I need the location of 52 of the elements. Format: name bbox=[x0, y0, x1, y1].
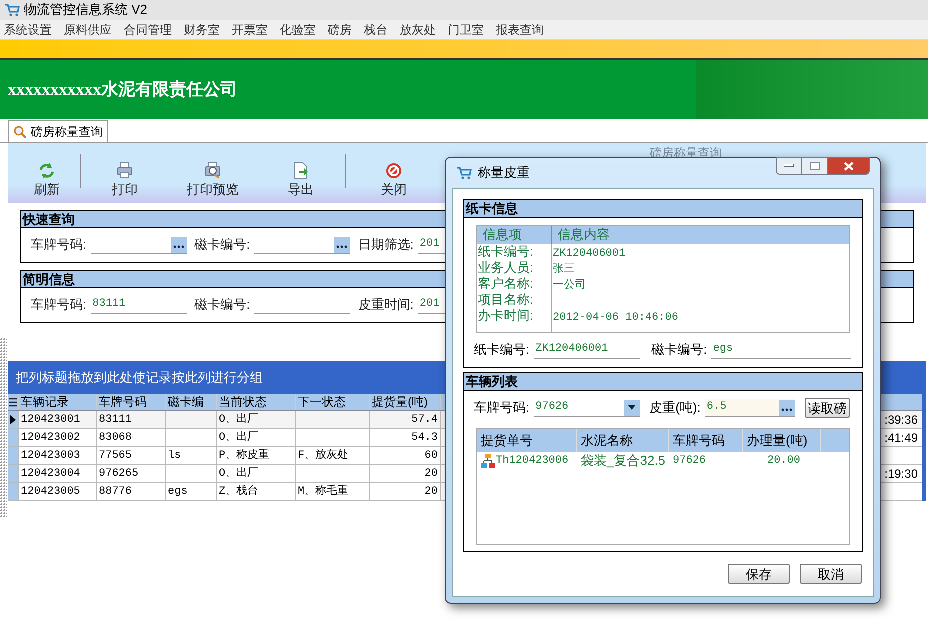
field-label: 车牌号码: bbox=[474, 399, 530, 418]
field-label: 车牌号码: bbox=[31, 236, 87, 254]
table-cell-text: 97626 bbox=[673, 454, 706, 469]
table-cell: Z、栈台 bbox=[219, 486, 259, 498]
table-cell: M、称毛重 bbox=[298, 486, 349, 498]
table-cell-text: Th120423006 bbox=[496, 454, 569, 469]
table-cell: 20 bbox=[424, 486, 438, 498]
table-cell: 88776 bbox=[99, 486, 132, 498]
table-cell: 20 bbox=[424, 468, 438, 480]
field-label: 磁卡编号: bbox=[194, 296, 250, 314]
company-name: xxxxxxxxxxx水泥有限责任公司 bbox=[8, 78, 238, 101]
table-cell: :19:30 bbox=[884, 467, 918, 481]
table-cell: 83068 bbox=[99, 432, 132, 444]
field-label: 皮重时间: bbox=[358, 296, 414, 314]
table-cell: 120423005 bbox=[21, 486, 80, 498]
table-cell: 77565 bbox=[99, 450, 132, 462]
field-label: 磁卡编号: bbox=[652, 341, 708, 360]
table-cell: 976265 bbox=[99, 468, 139, 480]
info-label: 客户名称: bbox=[478, 276, 534, 291]
table-cell: :39:36 bbox=[884, 413, 918, 427]
table-cell: :41:49 bbox=[884, 431, 918, 445]
table-cell: O、出厂 bbox=[219, 432, 259, 444]
table-cell: 120423001 bbox=[21, 414, 80, 426]
dialog-title: 称量皮重 bbox=[478, 164, 531, 182]
table-cell: F、放灰处 bbox=[298, 450, 349, 462]
field-label: 日期筛选: bbox=[358, 236, 414, 254]
table-cell: ls bbox=[168, 450, 182, 462]
window-title: 物流管控信息系统 V2 bbox=[24, 1, 148, 20]
table-cell-text: 袋装_复合32.5 bbox=[581, 452, 666, 470]
field-label: 皮重(吨): bbox=[650, 399, 701, 418]
table-cell: 120423002 bbox=[21, 432, 80, 444]
info-label: 项目名称: bbox=[478, 292, 534, 307]
info-label: 纸卡编号: bbox=[478, 244, 534, 259]
field-label: 车牌号码: bbox=[31, 296, 87, 314]
table-cell: egs bbox=[168, 486, 188, 498]
table-cell: 60 bbox=[424, 450, 438, 462]
table-cell: 120423003 bbox=[21, 450, 80, 462]
table-cell: 120423004 bbox=[21, 468, 80, 480]
group-title: 车辆列表 bbox=[464, 373, 862, 391]
info-value: 2012-04-06 10:46:06 bbox=[553, 312, 678, 324]
table-cell: O、出厂 bbox=[219, 468, 259, 480]
field-label: 磁卡编号: bbox=[194, 236, 250, 254]
table-cell: 54.3 bbox=[412, 432, 438, 444]
table-cell: 57.4 bbox=[412, 414, 438, 426]
field-label: 纸卡编号: bbox=[474, 341, 530, 360]
info-label: 办卡时间: bbox=[478, 308, 534, 323]
table-cell: P、称皮重 bbox=[219, 450, 270, 462]
table-cell: 83111 bbox=[99, 414, 132, 426]
table-cell: O、出厂 bbox=[219, 414, 259, 426]
info-value: ZK120406001 bbox=[553, 248, 626, 260]
group-title: 纸卡信息 bbox=[464, 200, 862, 218]
table-cell-text: 20.00 bbox=[767, 454, 800, 469]
